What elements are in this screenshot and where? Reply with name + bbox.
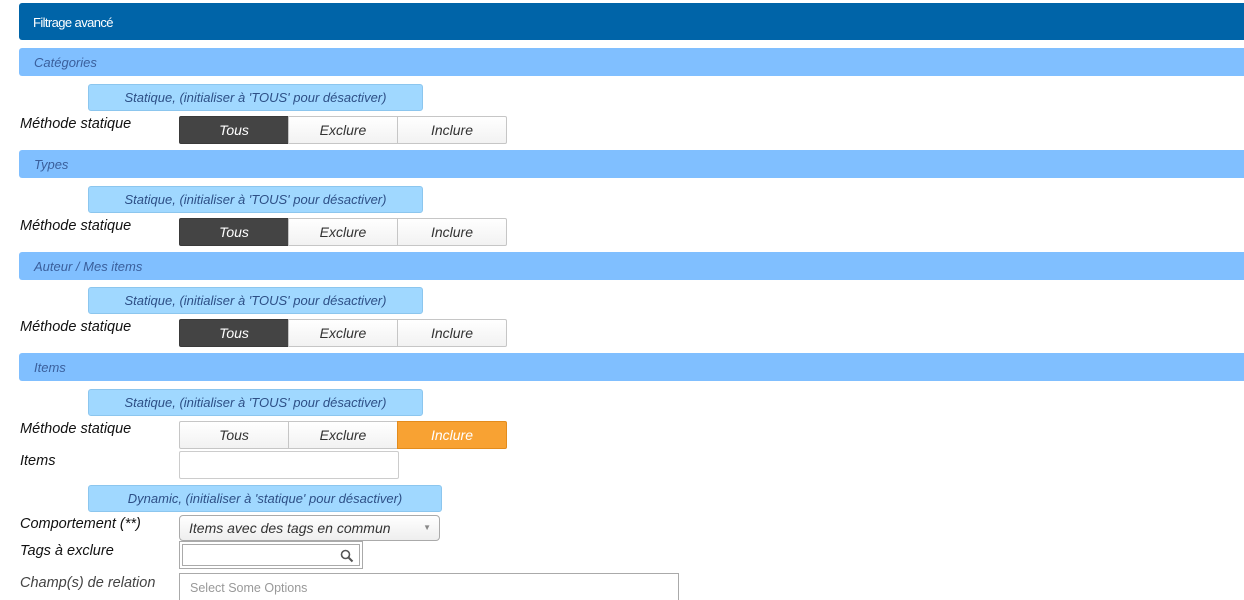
panel-header: Filtrage avancé (19, 3, 1244, 40)
method-label: Méthode statique (20, 116, 132, 132)
exclude-tags-label: Tags à exclure (20, 543, 114, 559)
behavior-label: Comportement (**) (20, 516, 141, 532)
section-title: Types (34, 157, 69, 172)
method-label: Méthode statique (20, 319, 132, 335)
static-mode-tag: Statique, (initialiser à 'TOUS' pour dés… (88, 389, 423, 416)
method-label: Méthode statique (20, 218, 132, 234)
exclude-tags-search (179, 541, 363, 569)
method-toggle-categories: Tous Exclure Inclure (179, 116, 507, 144)
toggle-tous-button[interactable]: Tous (179, 218, 289, 246)
chevron-down-icon: ▼ (423, 523, 431, 532)
toggle-tous-button[interactable]: Tous (179, 116, 289, 144)
static-mode-tag: Statique, (initialiser à 'TOUS' pour dés… (88, 84, 423, 111)
static-mode-text: Statique, (initialiser à 'TOUS' pour dés… (124, 90, 387, 105)
toggle-exclure-button[interactable]: Exclure (288, 218, 398, 246)
section-title: Auteur / Mes items (34, 259, 143, 274)
method-toggle-author: Tous Exclure Inclure (179, 319, 507, 347)
static-mode-text: Statique, (initialiser à 'TOUS' pour dés… (124, 395, 387, 410)
section-bar-categories[interactable]: Catégories (19, 48, 1244, 76)
toggle-exclure-button[interactable]: Exclure (288, 421, 398, 449)
toggle-exclure-button[interactable]: Exclure (288, 116, 398, 144)
toggle-inclure-button[interactable]: Inclure (397, 421, 507, 449)
static-mode-text: Statique, (initialiser à 'TOUS' pour dés… (124, 192, 387, 207)
method-toggle-items: Tous Exclure Inclure (179, 421, 507, 449)
exclude-tags-input[interactable] (182, 544, 360, 566)
section-bar-author[interactable]: Auteur / Mes items (19, 252, 1244, 280)
section-title: Catégories (34, 55, 97, 70)
static-mode-tag: Statique, (initialiser à 'TOUS' pour dés… (88, 287, 423, 314)
static-mode-tag: Statique, (initialiser à 'TOUS' pour dés… (88, 186, 423, 213)
section-bar-items[interactable]: Items (19, 353, 1244, 381)
toggle-tous-button[interactable]: Tous (179, 421, 289, 449)
section-title: Items (34, 360, 66, 375)
items-input[interactable] (179, 451, 399, 479)
items-label: Items (20, 453, 56, 469)
static-mode-text: Statique, (initialiser à 'TOUS' pour dés… (124, 293, 387, 308)
relation-multiselect[interactable]: Select Some Options (179, 573, 679, 600)
dynamic-mode-text: Dynamic, (initialiser à 'statique' pour … (127, 491, 403, 506)
toggle-exclure-button[interactable]: Exclure (288, 319, 398, 347)
search-icon (340, 549, 354, 563)
toggle-inclure-button[interactable]: Inclure (397, 319, 507, 347)
toggle-tous-button[interactable]: Tous (179, 319, 289, 347)
behavior-select[interactable]: Items avec des tags en commun ▼ (179, 515, 440, 541)
section-bar-types[interactable]: Types (19, 150, 1244, 178)
relation-label: Champ(s) de relation (20, 575, 156, 591)
method-label: Méthode statique (20, 421, 132, 437)
panel-title: Filtrage avancé (33, 15, 113, 30)
toggle-inclure-button[interactable]: Inclure (397, 218, 507, 246)
method-toggle-types: Tous Exclure Inclure (179, 218, 507, 246)
dynamic-mode-tag: Dynamic, (initialiser à 'statique' pour … (88, 485, 442, 512)
relation-placeholder: Select Some Options (190, 581, 308, 595)
toggle-inclure-button[interactable]: Inclure (397, 116, 507, 144)
behavior-selected-value: Items avec des tags en commun (189, 520, 391, 536)
